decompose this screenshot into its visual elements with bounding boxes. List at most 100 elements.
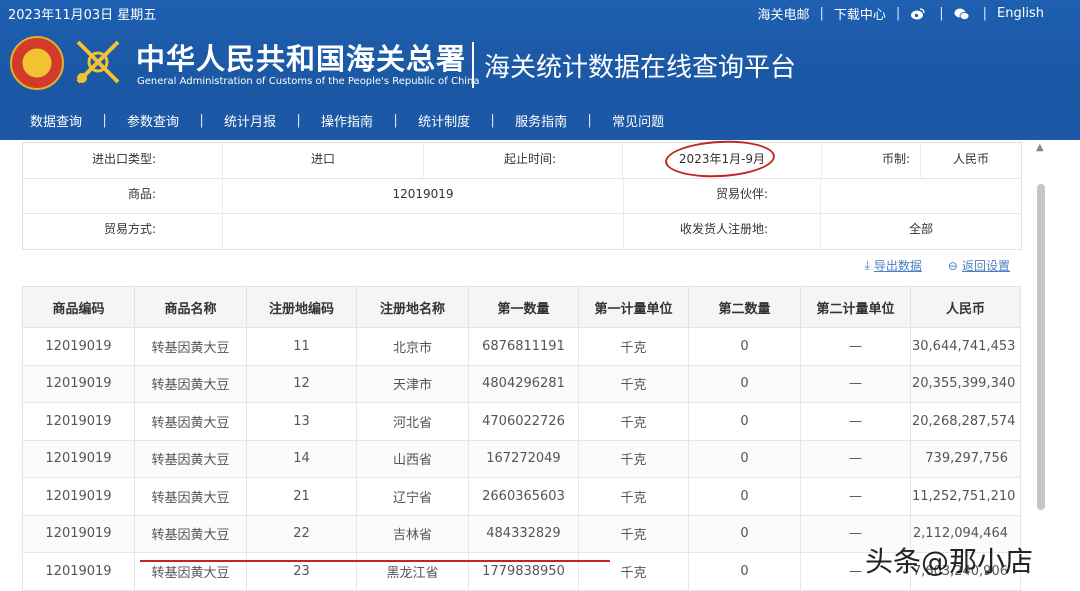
table-cell: 14 xyxy=(246,439,357,478)
commodity-value: 12019019 xyxy=(223,178,624,213)
table-cell: 20,355,399,340 xyxy=(910,364,1021,403)
table-cell: 转基因黄大豆 xyxy=(134,327,247,366)
current-date: 2023年11月03日 星期五 xyxy=(8,8,157,23)
platform-title: 海关统计数据在线查询平台 xyxy=(484,53,797,83)
currency-label: 币制: xyxy=(821,143,921,178)
trade-mode-value xyxy=(223,213,624,248)
table-cell: 转基因黄大豆 xyxy=(134,402,247,441)
table-cell: 转基因黄大豆 xyxy=(134,552,247,591)
nav-operation-guide[interactable]: 操作指南 xyxy=(321,111,373,130)
table-cell: 11,252,751,210 xyxy=(910,477,1021,516)
english-link[interactable]: English xyxy=(997,6,1044,21)
column-header: 注册地名称 xyxy=(356,286,469,328)
weibo-icon[interactable] xyxy=(910,7,925,21)
table-cell: — xyxy=(800,327,911,366)
table-row: 12019019 转基因黄大豆 11 北京市 6876811191 千克 0—30,644,… xyxy=(22,327,1021,366)
table-cell: 2660365603 xyxy=(468,477,579,516)
table-cell: 千克 xyxy=(578,439,689,478)
table-cell: 6876811191 xyxy=(468,327,579,366)
table-cell: 河北省 xyxy=(356,402,469,441)
column-header: 第一计量单位 xyxy=(578,286,689,328)
table-cell: 千克 xyxy=(578,514,689,553)
vertical-scrollbar[interactable] xyxy=(1037,184,1045,510)
partner-value xyxy=(821,178,1021,213)
table-cell: 北京市 xyxy=(356,327,469,366)
table-cell: 12019019 xyxy=(22,402,135,441)
table-actions: ⤓ 导出数据 ⊖ 返回设置 xyxy=(865,257,1010,274)
download-icon: ⤓ xyxy=(864,258,870,272)
condition-row: 进出口类型: 进口 起止时间: 2023年1月-9月 币制: 人民币 xyxy=(23,143,1021,179)
column-header: 商品名称 xyxy=(134,286,247,328)
table-cell: 12019019 xyxy=(22,327,135,366)
scroll-up-arrow-icon[interactable]: ▲ xyxy=(1036,142,1044,153)
nav-parameter-query[interactable]: 参数查询 xyxy=(127,111,179,130)
table-cell: 千克 xyxy=(578,402,689,441)
column-header: 注册地编码 xyxy=(246,286,357,328)
wechat-icon[interactable] xyxy=(954,7,970,21)
table-header-row: 商品编码 商品名称 注册地编码 注册地名称 第一数量 第一计量单位 第二数量 第… xyxy=(22,286,1021,328)
column-header: 第二计量单位 xyxy=(800,286,911,328)
nav-data-query[interactable]: 数据查询 xyxy=(30,111,82,130)
table-cell: 0 xyxy=(688,514,801,553)
column-header: 第二数量 xyxy=(688,286,801,328)
table-cell: 0 xyxy=(688,402,801,441)
table-cell: 12019019 xyxy=(22,552,135,591)
table-row: 12019019 转基因黄大豆 14 山西省 167272049 千克 0—739,297,… xyxy=(22,439,1021,478)
red-annotation-underline xyxy=(140,560,610,562)
nav-statistics-system[interactable]: 统计制度 xyxy=(418,111,470,130)
table-cell: 1779838950 xyxy=(468,552,579,591)
table-cell: 21 xyxy=(246,477,357,516)
main-nav: 数据查询 | 参数查询 | 统计月报 | 操作指南 | 统计制度 | 服务指南 … xyxy=(0,100,1080,140)
nav-monthly-report[interactable]: 统计月报 xyxy=(224,111,276,130)
table-cell: 30,644,741,453 xyxy=(910,327,1021,366)
table-cell: 4804296281 xyxy=(468,364,579,403)
table-cell: 千克 xyxy=(578,364,689,403)
nav-service-guide[interactable]: 服务指南 xyxy=(515,111,567,130)
table-cell: 0 xyxy=(688,364,801,403)
column-header: 商品编码 xyxy=(22,286,135,328)
table-cell: 22 xyxy=(246,514,357,553)
customs-badge-icon xyxy=(72,36,124,88)
trade-mode-label: 贸易方式: xyxy=(23,213,223,248)
currency-value: 人民币 xyxy=(952,152,989,166)
table-cell: 739,297,756 xyxy=(910,439,1021,478)
back-arrow-icon: ⊖ xyxy=(947,258,958,273)
table-cell: — xyxy=(800,402,911,441)
site-title: 中华人民共和国海关总署 xyxy=(136,42,467,76)
table-row: 12019019 转基因黄大豆 12 天津市 4804296281 千克 0—20,355,… xyxy=(22,364,1021,403)
table-cell: 千克 xyxy=(578,477,689,516)
table-row: 12019019 转基因黄大豆 21 辽宁省 2660365603 千克 0—11,252,… xyxy=(22,477,1021,516)
table-cell: 转基因黄大豆 xyxy=(134,439,247,478)
table-cell: 167272049 xyxy=(468,439,579,478)
query-conditions: 进出口类型: 进口 起止时间: 2023年1月-9月 币制: 人民币 商品: 1… xyxy=(22,142,1022,250)
table-cell: 12019019 xyxy=(22,514,135,553)
table-cell: 23 xyxy=(246,552,357,591)
condition-row: 商品: 12019019 贸易伙伴: xyxy=(23,178,1021,214)
top-links: 海关电邮 | 下载中心 | | | English xyxy=(757,4,1044,23)
table-cell: — xyxy=(800,364,911,403)
header-divider xyxy=(472,42,474,88)
table-cell: — xyxy=(800,439,911,478)
export-data-link[interactable]: 导出数据 xyxy=(874,257,922,274)
column-header: 人民币 xyxy=(910,286,1021,328)
table-cell: 千克 xyxy=(578,327,689,366)
condition-row: 贸易方式: 收发货人注册地: 全部 xyxy=(23,213,1021,248)
consignee-value: 全部 xyxy=(908,222,933,236)
commodity-label: 商品: xyxy=(23,178,223,213)
nav-faq[interactable]: 常见问题 xyxy=(612,111,664,130)
trade-type-value: 进口 xyxy=(223,143,424,178)
table-cell: 13 xyxy=(246,402,357,441)
table-cell: 转基因黄大豆 xyxy=(134,514,247,553)
customs-email-link[interactable]: 海关电邮 xyxy=(757,4,809,23)
table-cell: 11 xyxy=(246,327,357,366)
table-cell: 12019019 xyxy=(22,477,135,516)
return-settings-link[interactable]: 返回设置 xyxy=(962,257,1010,274)
table-cell: 12019019 xyxy=(22,439,135,478)
site-header: 2023年11月03日 星期五 海关电邮 | 下载中心 | | | Englis… xyxy=(0,0,1080,100)
watermark-text: 头条@那小店 xyxy=(865,545,1034,578)
table-cell: 千克 xyxy=(578,552,689,591)
download-center-link[interactable]: 下载中心 xyxy=(834,4,886,23)
table-cell: 黑龙江省 xyxy=(356,552,469,591)
site-title-english: General Administration of Customs of the… xyxy=(137,76,480,87)
table-cell: 吉林省 xyxy=(356,514,469,553)
